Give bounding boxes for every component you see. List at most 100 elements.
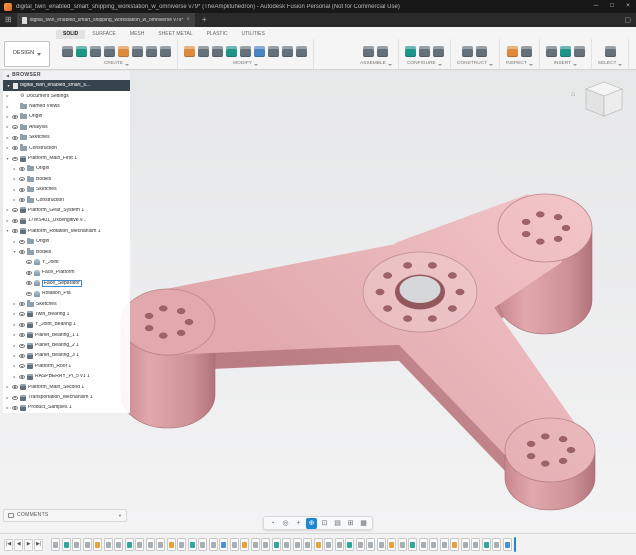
visibility-eye-icon[interactable] xyxy=(19,177,25,181)
tool-icon[interactable] xyxy=(62,46,73,57)
ribbon-tab-plastic[interactable]: PLASTIC xyxy=(200,30,235,39)
tool-icon[interactable] xyxy=(132,46,143,57)
tool-icon[interactable] xyxy=(184,46,195,57)
visibility-eye-icon[interactable] xyxy=(26,292,32,296)
timeline-feature-icon[interactable] xyxy=(377,538,386,551)
timeline-feature-icon[interactable] xyxy=(188,538,197,551)
tool-icon[interactable] xyxy=(268,46,279,57)
tool-icon[interactable] xyxy=(574,46,585,57)
timeline-feature-icon[interactable] xyxy=(314,538,323,551)
visibility-eye-icon[interactable] xyxy=(19,323,25,327)
expand-arrow-icon[interactable]: ▸ xyxy=(12,364,17,368)
expand-arrow-icon[interactable]: ▸ xyxy=(5,125,10,129)
visibility-eye-icon[interactable] xyxy=(26,271,32,275)
timeline-feature-icon[interactable] xyxy=(387,538,396,551)
timeline-feature-icon[interactable] xyxy=(461,538,470,551)
timeline-feature-icon[interactable] xyxy=(146,538,155,551)
visibility-eye-icon[interactable] xyxy=(12,125,18,129)
toolbar-group-label[interactable]: INSERT xyxy=(554,62,578,67)
timeline-feature-icon[interactable] xyxy=(398,538,407,551)
visibility-eye-icon[interactable] xyxy=(26,260,32,264)
visibility-eye-icon[interactable] xyxy=(19,240,25,244)
expand-arrow-icon[interactable]: ▸ xyxy=(12,333,17,337)
tool-icon[interactable] xyxy=(605,46,616,57)
tree-item[interactable]: ▸Twin_Bearing 1 xyxy=(3,309,130,319)
timeline-feature-icon[interactable] xyxy=(219,538,228,551)
timeline-feature-icon[interactable] xyxy=(209,538,218,551)
timeline-feature-icon[interactable] xyxy=(261,538,270,551)
timeline-feature-icon[interactable] xyxy=(366,538,375,551)
timeline-feature-icon[interactable] xyxy=(482,538,491,551)
nav-grid-settings-icon[interactable]: ⊞ xyxy=(345,518,356,529)
expand-arrow-icon[interactable]: ▸ xyxy=(5,94,10,98)
tree-item[interactable]: ▾Platform_Main_First 1 xyxy=(3,153,130,163)
timeline-feature-icon[interactable] xyxy=(293,538,302,551)
visibility-eye-icon[interactable] xyxy=(12,385,18,389)
timeline-feature-icon[interactable] xyxy=(72,538,81,551)
tree-item[interactable]: ▸Planet_Bearing_2 1 xyxy=(3,340,130,350)
tool-icon[interactable] xyxy=(226,46,237,57)
tool-icon[interactable] xyxy=(76,46,87,57)
expand-arrow-icon[interactable]: ▸ xyxy=(5,136,10,140)
expand-arrow-icon[interactable]: ▸ xyxy=(5,385,10,389)
tool-icon[interactable] xyxy=(521,46,532,57)
view-cube-body[interactable] xyxy=(586,82,622,116)
tree-item[interactable]: ▸Platform_Main_Second 1 xyxy=(3,382,130,392)
browser-collapse-icon[interactable]: ◀ xyxy=(6,74,9,78)
visibility-eye-icon[interactable] xyxy=(19,198,25,202)
tree-item[interactable]: ▸Product_Samples 1 xyxy=(3,403,130,413)
tree-item[interactable]: ▾Platform_Rotation_Mechanism 1 xyxy=(3,226,130,236)
expand-arrow-icon[interactable]: ▸ xyxy=(12,240,17,244)
tool-icon[interactable] xyxy=(118,46,129,57)
expand-arrow-icon[interactable]: ▾ xyxy=(12,250,17,254)
timeline-feature-icon[interactable] xyxy=(156,538,165,551)
visibility-eye-icon[interactable] xyxy=(12,406,18,410)
expand-arrow-icon[interactable]: ▾ xyxy=(6,84,11,88)
workspace-selector[interactable]: DESIGN xyxy=(4,41,50,67)
timeline-feature-icon[interactable] xyxy=(440,538,449,551)
tree-item[interactable]: ▸Origin xyxy=(3,112,130,122)
visibility-eye-icon[interactable] xyxy=(12,219,18,223)
nav-zoom-icon[interactable]: ⊕ xyxy=(306,518,317,529)
tree-item[interactable]: ▸Y_Joint_Bearing 1 xyxy=(3,320,130,330)
timeline-feature-icon[interactable] xyxy=(303,538,312,551)
tool-icon[interactable] xyxy=(254,46,265,57)
tree-item[interactable]: Rotation_Pla xyxy=(3,288,130,298)
comments-bar[interactable]: COMMENTS ▼ xyxy=(3,509,127,522)
timeline-feature-icon[interactable] xyxy=(324,538,333,551)
tool-icon[interactable] xyxy=(240,46,251,57)
timeline-feature-icon[interactable] xyxy=(282,538,291,551)
timeline-feature-icon[interactable] xyxy=(177,538,186,551)
expand-arrow-icon[interactable]: ▸ xyxy=(5,219,10,223)
visibility-eye-icon[interactable] xyxy=(12,229,18,233)
timeline-feature-icon[interactable] xyxy=(114,538,123,551)
expand-arrow-icon[interactable]: ▾ xyxy=(5,157,10,161)
tree-item[interactable]: ▸RASPBERRY_PI_5 v1 1 xyxy=(3,372,130,382)
tool-icon[interactable] xyxy=(377,46,388,57)
timeline-feature-icon[interactable] xyxy=(62,538,71,551)
maximize-button[interactable]: □ xyxy=(604,0,620,13)
home-icon[interactable]: ⌂ xyxy=(571,91,575,98)
toolbar-group-label[interactable]: MODIFY xyxy=(233,62,258,67)
expand-arrow-icon[interactable]: ▸ xyxy=(12,375,17,379)
visibility-eye-icon[interactable] xyxy=(19,333,25,337)
visibility-eye-icon[interactable] xyxy=(12,146,18,150)
timeline-feature-icon[interactable] xyxy=(198,538,207,551)
tool-icon[interactable] xyxy=(560,46,571,57)
timeline-feature-icon[interactable] xyxy=(408,538,417,551)
tool-icon[interactable] xyxy=(405,46,416,57)
visibility-eye-icon[interactable] xyxy=(19,312,25,316)
expand-arrow-icon[interactable]: ▸ xyxy=(5,115,10,119)
tree-item[interactable]: ▸Origin xyxy=(3,164,130,174)
toolbar-group-label[interactable]: CREATE xyxy=(104,62,129,67)
nav-orbit-icon[interactable]: ◔ xyxy=(267,518,278,529)
visibility-eye-icon[interactable] xyxy=(19,344,25,348)
tool-icon[interactable] xyxy=(419,46,430,57)
tab-overview-icon[interactable]: ▢ xyxy=(624,17,631,24)
timeline-feature-icon[interactable] xyxy=(83,538,92,551)
visibility-eye-icon[interactable] xyxy=(12,208,18,212)
timeline-feature-icon[interactable] xyxy=(135,538,144,551)
timeline-feature-icon[interactable] xyxy=(230,538,239,551)
ribbon-tab-utilities[interactable]: UTILITIES xyxy=(234,30,271,39)
visibility-eye-icon[interactable] xyxy=(12,136,18,140)
